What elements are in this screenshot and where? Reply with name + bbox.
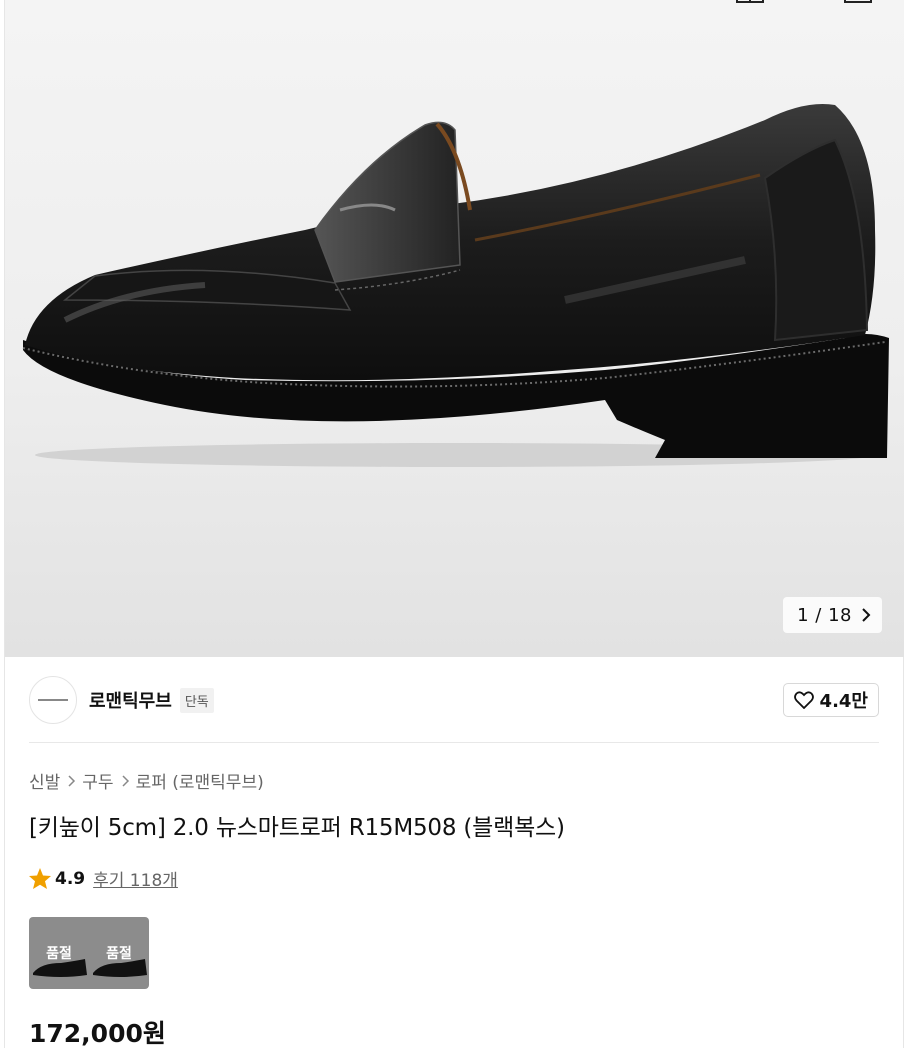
product-page: 1 / 18 로맨틱무브 단독 4.4만 신발 구두 로퍼 (로맨틱무브) [키… [4,0,904,1048]
option-item[interactable]: 품절 [89,917,149,989]
reviews-link[interactable]: 후기 118개 [93,866,178,891]
rating: 4.9 후기 118개 [29,866,178,891]
exclusive-badge: 단독 [179,687,214,713]
breadcrumb-item[interactable]: 신발 [29,768,60,793]
sold-out-label: 품절 [106,946,132,962]
brand-logo[interactable] [29,676,77,724]
image-counter[interactable]: 1 / 18 [783,597,882,633]
chevron-right-icon [862,608,871,622]
chevron-right-icon [68,774,76,787]
product-photo [22,104,889,467]
option-thumbnail[interactable]: 품절 품절 [29,917,149,989]
heart-icon [793,691,814,709]
rating-score: 4.9 [55,868,86,889]
star-icon [29,868,51,889]
product-image-gallery[interactable]: 1 / 18 [5,0,904,657]
breadcrumb-item[interactable]: 로퍼 (로맨틱무브) [136,768,264,793]
breadcrumb: 신발 구두 로퍼 (로맨틱무브) [29,768,264,793]
option-item[interactable]: 품절 [29,917,89,989]
breadcrumb-item[interactable]: 구두 [82,768,113,793]
like-count: 4.4만 [819,691,868,712]
brand-row: 로맨틱무브 단독 4.4만 [29,676,879,724]
chevron-right-icon [122,774,129,787]
product-price: 172,000원 [29,1019,166,1048]
like-button[interactable]: 4.4만 [782,683,879,717]
product-title: [키높이 5cm] 2.0 뉴스마트로퍼 R15M508 (블랙복스) [29,815,565,841]
sold-out-label: 품절 [46,946,72,962]
image-counter-text: 1 / 18 [797,604,852,626]
divider [29,742,879,743]
brand-name[interactable]: 로맨틱무브 [89,687,172,713]
